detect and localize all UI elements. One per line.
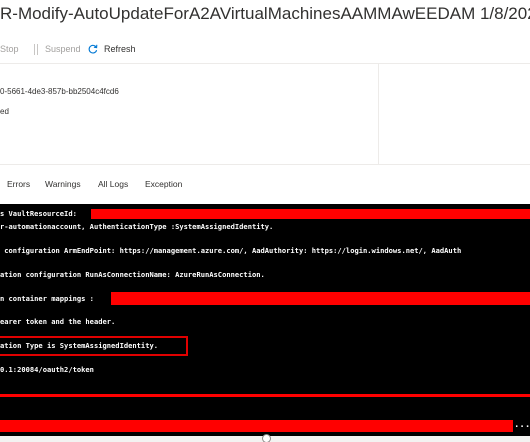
log-line: s VaultResourceId: [0, 209, 77, 218]
log-line: ation configuration RunAsConnectionName:… [0, 270, 265, 279]
toolbar-divider [0, 63, 530, 64]
tab-errors[interactable]: Errors [7, 174, 30, 194]
log-line-highlighted: ation Type is SystemAssignedIdentity. [0, 341, 159, 350]
log-line: earer token and the header. [0, 317, 116, 326]
redaction-bar [0, 420, 513, 432]
redaction-bar [0, 394, 530, 397]
truncation-ellipsis: ... [514, 420, 530, 430]
refresh-button[interactable]: Refresh [88, 38, 136, 60]
log-line: n container mappings : [0, 294, 94, 303]
log-line: 0.1:20084/oauth2/token [0, 365, 94, 374]
log-tabs: Errors Warnings All Logs Exception [0, 174, 530, 194]
suspend-button[interactable]: Suspend [45, 38, 81, 60]
tab-warnings[interactable]: Warnings [45, 174, 81, 194]
toolbar-separator [34, 44, 35, 55]
redaction-bar [91, 209, 530, 219]
scrollbar-thumb[interactable] [262, 434, 271, 442]
log-line: configuration ArmEndPoint: https://manag… [0, 246, 462, 255]
job-id-value: 0-5661-4de3-857b-bb2504c4fcd6 [0, 87, 119, 96]
toolbar: Stop Suspend Refresh [0, 38, 530, 60]
refresh-label: Refresh [104, 44, 136, 54]
stop-button[interactable]: Stop [0, 38, 19, 60]
tab-all-logs[interactable]: All Logs [98, 174, 128, 194]
details-divider [378, 64, 379, 164]
tab-exception[interactable]: Exception [145, 174, 182, 194]
details-bottom-divider [0, 164, 530, 165]
redaction-bar [111, 292, 530, 305]
log-output-console: s VaultResourceId: r-automationaccount, … [0, 204, 530, 436]
job-status-value: ed [0, 107, 9, 116]
runbook-job-page: R-Modify-AutoUpdateForA2AVirtualMachines… [0, 0, 530, 442]
refresh-icon [88, 44, 98, 54]
toolbar-separator [37, 44, 38, 55]
page-title: R-Modify-AutoUpdateForA2AVirtualMachines… [0, 4, 530, 23]
log-line: r-automationaccount, AuthenticationType … [0, 222, 274, 231]
